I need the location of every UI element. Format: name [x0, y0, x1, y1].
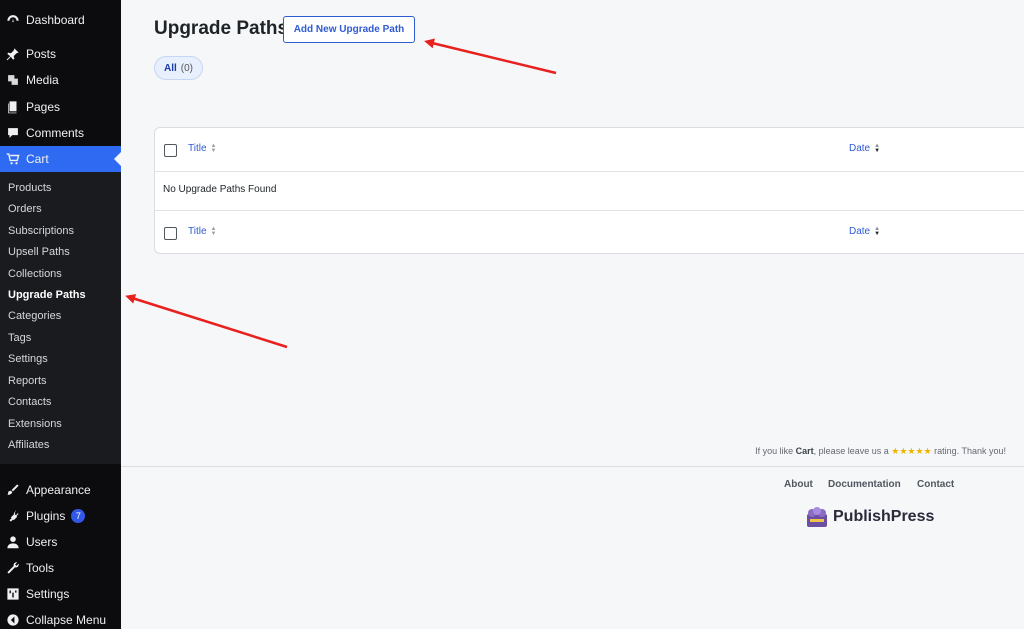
sidebar-item-label: Users — [26, 535, 58, 549]
brush-icon — [6, 483, 20, 497]
publishpress-logo-text: PublishPress — [833, 508, 935, 525]
rating-text: , please leave us a — [813, 446, 889, 456]
sidebar-item-plugins[interactable]: Plugins 7 — [0, 503, 121, 529]
admin-sidebar: Dashboard Posts Media Pages Comments Car… — [0, 0, 121, 629]
page-title: Upgrade Paths — [154, 18, 289, 39]
submenu-item-contacts[interactable]: Contacts — [8, 394, 51, 410]
column-label: Title — [188, 143, 207, 154]
sidebar-item-dashboard[interactable]: Dashboard — [0, 7, 121, 33]
submenu-item-upgrade-paths[interactable]: Upgrade Paths — [8, 287, 86, 303]
submenu-item-settings[interactable]: Settings — [8, 351, 48, 367]
date-column-sort-bottom[interactable]: Date ▲ ▼ — [849, 225, 881, 238]
add-new-upgrade-path-button[interactable]: Add New Upgrade Path — [283, 16, 415, 43]
publishpress-logo-icon — [807, 507, 827, 527]
sidebar-item-label: Appearance — [26, 483, 91, 497]
submenu-item-affiliates[interactable]: Affiliates — [8, 437, 49, 453]
empty-message: No Upgrade Paths Found — [163, 184, 277, 195]
footer-link-documentation[interactable]: Documentation — [828, 479, 901, 490]
sidebar-item-label: Media — [26, 73, 59, 87]
title-column-sort[interactable]: Title ▲ ▼ — [188, 142, 217, 155]
sidebar-item-settings[interactable]: Settings — [0, 581, 121, 607]
filter-all-pill[interactable]: All (0) — [154, 56, 203, 80]
sidebar-item-tools[interactable]: Tools — [0, 555, 121, 581]
footer-link-about[interactable]: About — [784, 479, 813, 490]
submenu-item-orders[interactable]: Orders — [8, 201, 42, 217]
sort-icon: ▲ ▼ — [210, 225, 217, 237]
collapse-menu-button[interactable]: Collapse Menu — [0, 607, 121, 629]
annotation-arrow-add-button — [424, 38, 557, 75]
media-icon — [6, 73, 20, 87]
star-rating-link[interactable]: ★★★★★ — [891, 446, 931, 456]
date-column-sort[interactable]: Date ▲ ▼ — [849, 142, 881, 155]
submenu-item-tags[interactable]: Tags — [8, 330, 31, 346]
sidebar-item-label: Posts — [26, 47, 57, 61]
dashboard-icon — [6, 13, 20, 27]
sort-desc-icon: ▲ ▼ — [874, 225, 881, 237]
plugins-update-badge: 7 — [71, 509, 86, 523]
sidebar-item-label: Cart — [26, 152, 49, 166]
pages-icon — [6, 100, 20, 114]
wrench-icon — [6, 561, 20, 575]
submenu-item-collections[interactable]: Collections — [8, 266, 62, 282]
annotation-arrows — [125, 38, 557, 349]
sidebar-item-label: Pages — [26, 100, 61, 114]
sort-icon: ▲ ▼ — [210, 142, 217, 154]
sidebar-item-label: Tools — [26, 561, 55, 575]
rating-brand: Cart — [795, 446, 814, 456]
sidebar-item-comments[interactable]: Comments — [0, 120, 121, 146]
sidebar-item-users[interactable]: Users — [0, 529, 121, 555]
sidebar-item-media[interactable]: Media — [0, 67, 121, 93]
settings-icon — [6, 587, 20, 601]
sidebar-item-cart[interactable]: Cart — [0, 146, 121, 172]
title-column-sort-bottom[interactable]: Title ▲ ▼ — [188, 225, 217, 238]
rating-text: rating. Thank you! — [934, 446, 1006, 456]
sidebar-item-label: Collapse Menu — [26, 613, 107, 627]
select-all-checkbox[interactable] — [164, 144, 177, 157]
sort-desc-icon: ▲ ▼ — [874, 142, 881, 154]
filter-label: All — [163, 62, 177, 74]
cart-icon — [6, 152, 20, 166]
submenu-item-subscriptions[interactable]: Subscriptions — [8, 223, 74, 239]
cart-submenu: Products Orders Subscriptions Upsell Pat… — [0, 172, 121, 464]
submenu-item-reports[interactable]: Reports — [8, 373, 47, 389]
upgrade-paths-table: Title ▲ ▼ Date ▲ ▼ No Upgrade Paths Found … — [154, 127, 1024, 254]
rating-request: If you like Cart, please leave us a ★★★★… — [755, 446, 1006, 457]
user-icon — [6, 535, 20, 549]
sidebar-item-label: Comments — [26, 126, 85, 140]
comment-icon — [6, 126, 20, 140]
table-footer-row: Title ▲ ▼ Date ▲ ▼ — [155, 210, 1024, 254]
column-label: Title — [188, 226, 207, 237]
annotation-arrow-upgrade-paths — [125, 294, 288, 349]
select-all-checkbox-bottom[interactable] — [164, 227, 177, 240]
column-label: Date — [849, 143, 871, 154]
footer-link-contact[interactable]: Contact — [917, 479, 954, 490]
plugin-icon — [6, 509, 20, 523]
submenu-item-extensions[interactable]: Extensions — [8, 416, 62, 432]
footer-divider — [121, 466, 1024, 467]
pin-icon — [6, 47, 20, 61]
publishpress-logo[interactable]: PublishPress — [805, 505, 934, 529]
table-header-row: Title ▲ ▼ Date ▲ ▼ — [155, 128, 1024, 172]
rating-text: If you like — [755, 446, 794, 456]
submenu-item-upsell-paths[interactable]: Upsell Paths — [8, 244, 70, 260]
collapse-icon — [6, 613, 20, 627]
submenu-item-categories[interactable]: Categories — [8, 308, 61, 324]
sidebar-item-label: Plugins — [26, 509, 66, 523]
sidebar-item-label: Dashboard — [26, 13, 85, 27]
sidebar-item-pages[interactable]: Pages — [0, 94, 121, 120]
column-label: Date — [849, 226, 871, 237]
sidebar-item-appearance[interactable]: Appearance — [0, 477, 121, 503]
filter-count: (0) — [180, 62, 193, 74]
sidebar-item-posts[interactable]: Posts — [0, 41, 121, 67]
sidebar-item-label: Settings — [26, 587, 70, 601]
submenu-item-products[interactable]: Products — [8, 180, 51, 196]
